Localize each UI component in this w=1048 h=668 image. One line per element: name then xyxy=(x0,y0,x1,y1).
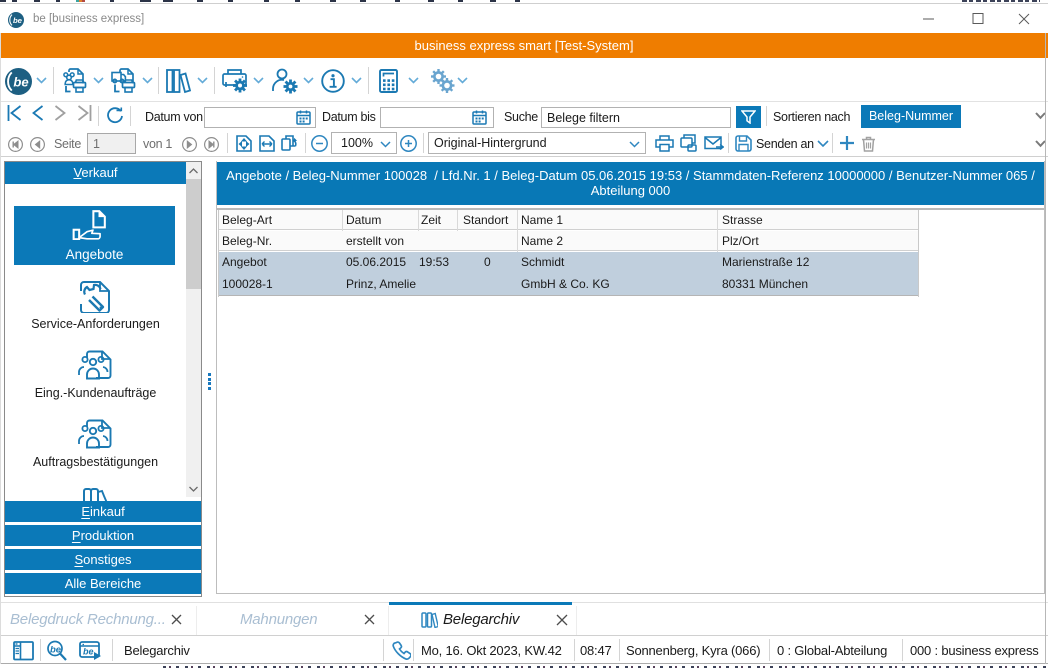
svg-text:be: be xyxy=(13,75,28,90)
svg-text:be: be xyxy=(13,16,23,25)
svg-text:be: be xyxy=(83,647,94,657)
